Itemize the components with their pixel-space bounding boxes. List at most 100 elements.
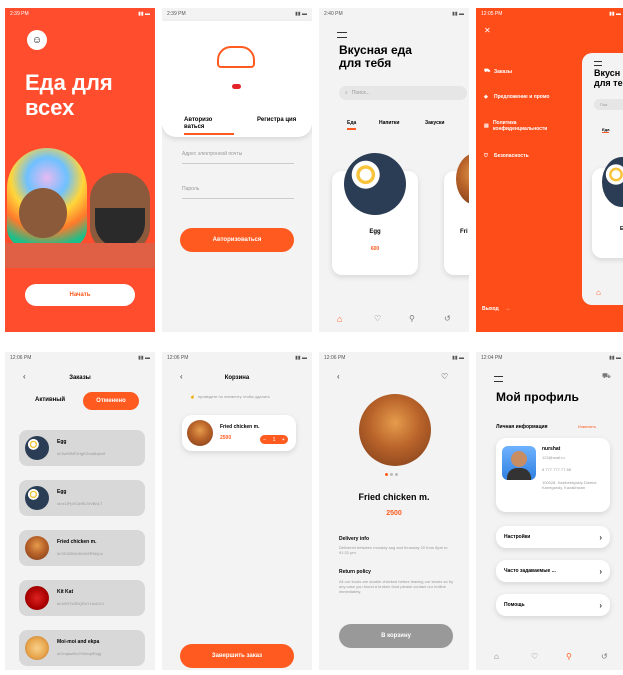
history-icon[interactable]: ↺ bbox=[601, 652, 608, 661]
avatar bbox=[502, 446, 536, 480]
splash-title: Еда для всех bbox=[25, 70, 113, 120]
quantity-stepper[interactable]: − 1 + bbox=[260, 435, 288, 444]
return-title: Return policy bbox=[339, 569, 371, 575]
cart-icon: ⛟ bbox=[484, 68, 491, 74]
shield-icon: ⛉ bbox=[484, 153, 488, 159]
status-bar: 12:06 PM ▮▮ ▬ bbox=[167, 355, 307, 361]
bottom-nav: ⌂ ♡ ⚲ ↺ bbox=[319, 310, 469, 332]
home-icon[interactable]: ⌂ bbox=[494, 652, 499, 661]
order-name: Kit Kat bbox=[57, 589, 74, 595]
start-button[interactable]: Начать bbox=[25, 284, 135, 306]
tag-icon: ◈ bbox=[484, 94, 488, 100]
delivery-title: Delivery info bbox=[339, 536, 370, 542]
close-icon[interactable]: ✕ bbox=[484, 26, 491, 35]
chef-hat-icon bbox=[217, 46, 255, 68]
order-image bbox=[25, 486, 49, 510]
user-icon[interactable]: ⚲ bbox=[566, 652, 572, 661]
arrow-right-icon: → bbox=[504, 306, 510, 312]
food-card-price: 600 bbox=[370, 246, 380, 252]
tab-snacks[interactable]: Закуски bbox=[425, 120, 444, 126]
page-title: Корзина bbox=[224, 375, 250, 381]
user-address: 100028, Kazibekbyskiy District, Kanegand… bbox=[542, 480, 598, 490]
cart-screen: 12:06 PM ▮▮ ▬ ‹ Корзина ☝ проведите по эле… bbox=[162, 352, 312, 670]
doc-icon: ▤ bbox=[484, 123, 489, 129]
order-row[interactable]: Egg id:rz1IPpXGk9SJVVBh1T bbox=[19, 480, 145, 516]
order-image bbox=[25, 536, 49, 560]
character-woman-face bbox=[19, 188, 67, 238]
help-item[interactable]: Помощь › bbox=[496, 594, 610, 616]
tab-register[interactable]: Регистра ция bbox=[257, 117, 297, 124]
cart-icon[interactable]: ⛟ bbox=[602, 372, 611, 381]
order-row[interactable]: Fried chicken m. id:SDIl2fWUib1M2RNhj.io bbox=[19, 530, 145, 566]
add-to-cart-button[interactable]: В корзину bbox=[339, 624, 453, 648]
tab-food[interactable]: Еда bbox=[347, 120, 357, 130]
preview-tab: Еда bbox=[602, 127, 610, 133]
home-heading: Вкусная еда для тебя bbox=[339, 43, 412, 70]
home-icon[interactable]: ⌂ bbox=[337, 314, 342, 324]
order-id: id:rz1IPpXGk9SJVVBh1T bbox=[57, 501, 103, 506]
minus-icon[interactable]: − bbox=[263, 437, 266, 443]
faq-item[interactable]: Часто задаваемые ... › bbox=[496, 560, 610, 582]
search-input[interactable]: ⌕ Поиск... bbox=[339, 86, 467, 100]
user-email: 123@mail.ru bbox=[542, 455, 565, 460]
edit-link[interactable]: Изменить bbox=[578, 424, 596, 429]
swipe-icon: ☝ bbox=[190, 394, 195, 399]
status-bar: 2:39 PM ▮▮ ▬ bbox=[167, 11, 307, 17]
chevron-right-icon: › bbox=[599, 600, 602, 610]
status-time: 2:39 PM bbox=[10, 11, 29, 17]
preview-home-icon: ⌂ bbox=[596, 288, 601, 297]
hamburger-icon[interactable] bbox=[494, 376, 503, 382]
menu-promo[interactable]: ◈ Предложение и промо bbox=[484, 94, 549, 100]
orders-screen: 12:06 PM ▮▮ ▬ ‹ Заказы Активный Отменено … bbox=[5, 352, 155, 670]
status-bar: 12:04 PM ▮▮ ▬ bbox=[481, 355, 621, 361]
heart-icon[interactable]: ♡ bbox=[374, 314, 381, 323]
tab-drinks[interactable]: Напитки bbox=[379, 120, 400, 126]
tab-cancelled[interactable]: Отменено bbox=[83, 392, 139, 410]
drawer-screen: 12:05 PM ▮▮ ▬ ✕ ⛟ Заказы ◈ Предложение и пр… bbox=[476, 8, 623, 332]
login-button[interactable]: Авторизоваться bbox=[180, 228, 294, 252]
preview-heading: Вкусн для те bbox=[594, 68, 623, 88]
menu-orders[interactable]: ⛟ Заказы bbox=[484, 68, 512, 75]
status-bar: 2:40 PM ▮▮ ▬ bbox=[324, 11, 464, 17]
menu-privacy[interactable]: ▤ Политика конфиденциальности bbox=[484, 120, 564, 132]
back-icon[interactable]: ‹ bbox=[337, 372, 340, 381]
menu-security[interactable]: ⛉ Безопасность bbox=[484, 153, 529, 159]
heart-icon[interactable]: ♡ bbox=[531, 652, 538, 661]
user-icon[interactable]: ⚲ bbox=[409, 314, 415, 323]
order-id: id:SDIl2fWUib1M2RNhj.io bbox=[57, 551, 103, 556]
login-screen: 2:39 PM ▮▮ ▬ Авторизо ваться Регистра ция… bbox=[162, 8, 312, 332]
order-row[interactable]: Moi-moi and ekpa id:2mjswtDuTrWnqbRujg bbox=[19, 630, 145, 666]
delivery-text: Delivered between monday aug and thursda… bbox=[339, 545, 448, 555]
order-row[interactable]: Kit Kat id:ASHTsSBQRoYLhzKGJ bbox=[19, 580, 145, 616]
splash-screen: 2:39 PM ▮▮ ▬ ☺ Еда для всех Начать bbox=[5, 8, 155, 332]
profile-screen: 12:04 PM ▮▮ ▬ ⛟ Мой профиль Личная информ… bbox=[476, 352, 623, 670]
product-name: Fried chicken m. bbox=[358, 492, 430, 502]
tab-active[interactable]: Активный bbox=[35, 397, 65, 403]
settings-item[interactable]: Настройки › bbox=[496, 526, 610, 548]
preview-hamburger-icon bbox=[594, 61, 602, 66]
logout-button[interactable]: Выход → bbox=[482, 306, 510, 312]
cart-item[interactable]: Fried chicken m. 2500 − 1 + bbox=[182, 415, 296, 451]
history-icon[interactable]: ↺ bbox=[444, 314, 451, 323]
home-preview: Вкусн для те Пои Еда E ⌂ bbox=[582, 53, 623, 305]
chevron-right-icon: › bbox=[599, 566, 602, 576]
tab-login[interactable]: Авторизо ваться bbox=[184, 117, 234, 135]
bottom-nav: ⌂ ♡ ⚲ ↺ bbox=[476, 648, 623, 670]
favorite-icon[interactable]: ♡ bbox=[441, 372, 448, 381]
order-row[interactable]: Egg id:3w90NF2rIgKDnuMqeoif bbox=[19, 430, 145, 466]
page-title: Заказы bbox=[69, 375, 91, 381]
section-title: Личная информация bbox=[496, 424, 548, 430]
profile-card: nurshat 123@mail.ru 8 777 777 77 88 1000… bbox=[496, 438, 610, 512]
page-title: Мой профиль bbox=[496, 390, 579, 404]
password-field[interactable]: Пароль bbox=[182, 186, 294, 199]
hamburger-icon[interactable] bbox=[337, 32, 347, 38]
email-field[interactable]: Адрес электронной почты bbox=[182, 151, 294, 164]
order-id: id:ASHTsSBQRoYLhzKGJ bbox=[57, 601, 104, 606]
order-name: Egg bbox=[57, 439, 67, 445]
lips-icon bbox=[232, 84, 241, 89]
quantity-value: 1 bbox=[272, 436, 276, 443]
checkout-button[interactable]: Завершить заказ bbox=[180, 644, 294, 668]
home-screen: 2:40 PM ▮▮ ▬ Вкусная еда для тебя ⌕ Поиск.… bbox=[319, 8, 469, 332]
plus-icon[interactable]: + bbox=[282, 437, 285, 443]
return-text: All our foods are double checked before … bbox=[339, 579, 454, 594]
